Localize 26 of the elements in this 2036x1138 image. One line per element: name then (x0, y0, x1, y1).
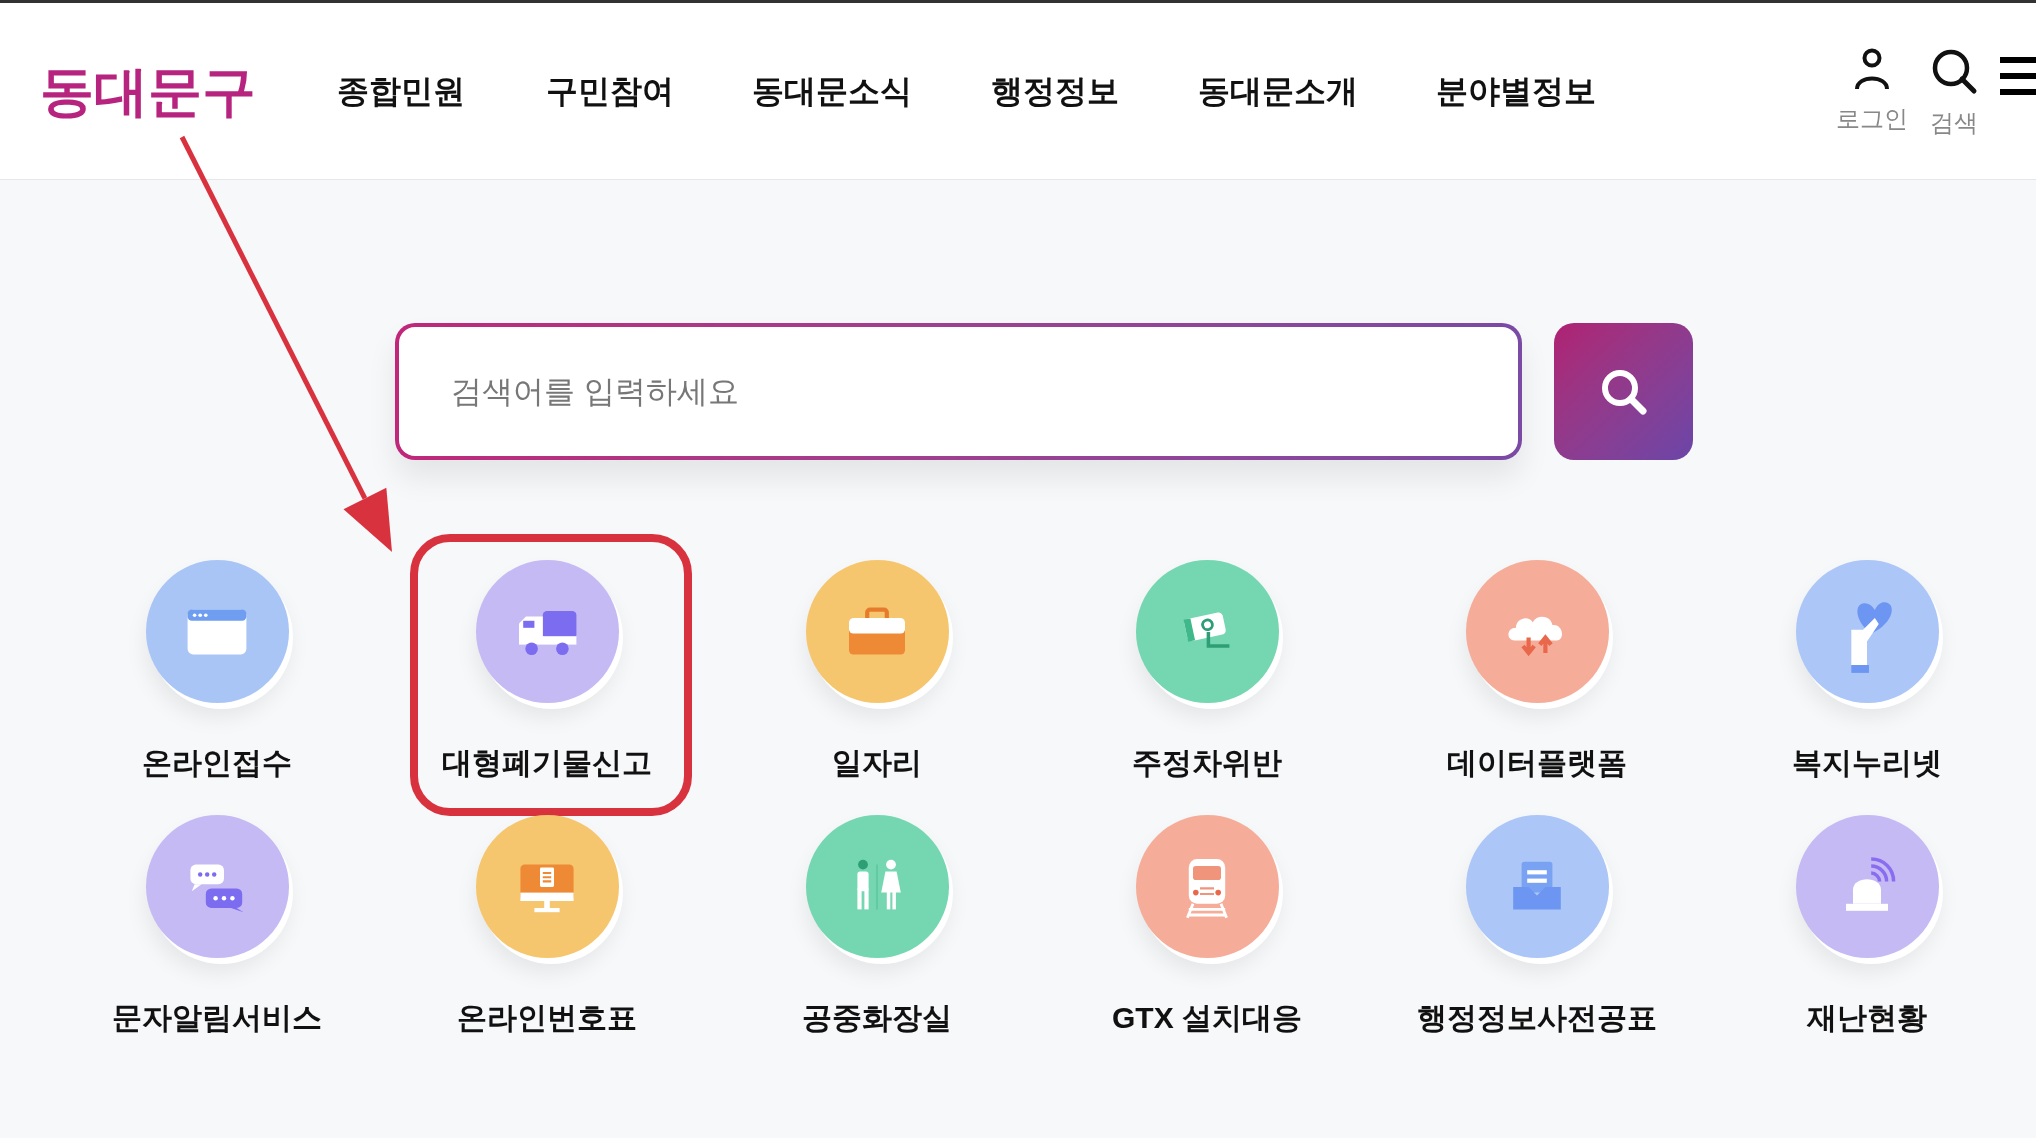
service-link[interactable]: 복지누리넷 (1792, 745, 1942, 781)
service-link[interactable]: 행정정보사전공표 (1417, 1000, 1657, 1036)
nav-link[interactable]: 동대문소개 (1160, 67, 1396, 115)
nav-link[interactable]: 종합민원 (296, 67, 506, 115)
service-link[interactable]: 온라인접수 (142, 745, 292, 781)
search-button[interactable] (1554, 323, 1693, 460)
service-link[interactable]: 온라인번호표 (457, 1000, 637, 1036)
login-link[interactable]: 로그인 (1836, 101, 1908, 137)
service-link[interactable]: GTX 설치대응 (1112, 1000, 1302, 1036)
service-link[interactable]: 대형폐기물신고 (442, 745, 652, 781)
nav-link[interactable]: 구민참여 (506, 67, 714, 115)
logo[interactable]: 동대문구 (40, 64, 256, 118)
service-link[interactable]: 주정차위반 (1132, 745, 1282, 781)
service-link[interactable]: 공중화장실 (802, 1000, 952, 1036)
user-icon (1852, 47, 1892, 91)
service-link[interactable]: 문자알림서비스 (112, 1000, 322, 1036)
search-icon (1930, 47, 1978, 95)
nav-link[interactable]: 동대문소식 (714, 67, 950, 115)
search-field[interactable]: 검색어를 입력하세요 (395, 323, 1522, 460)
nav-link[interactable]: 행정정보 (950, 67, 1160, 115)
service-link[interactable]: 데이터플랫폼 (1447, 745, 1627, 781)
nav-link[interactable]: 분야별정보 (1396, 67, 1636, 115)
search-link[interactable]: 검색 (1930, 105, 1978, 141)
menu-icon[interactable] (2000, 57, 2036, 95)
service-link[interactable]: 일자리 (832, 745, 922, 781)
service-link[interactable]: 재난현황 (1807, 1000, 1927, 1036)
